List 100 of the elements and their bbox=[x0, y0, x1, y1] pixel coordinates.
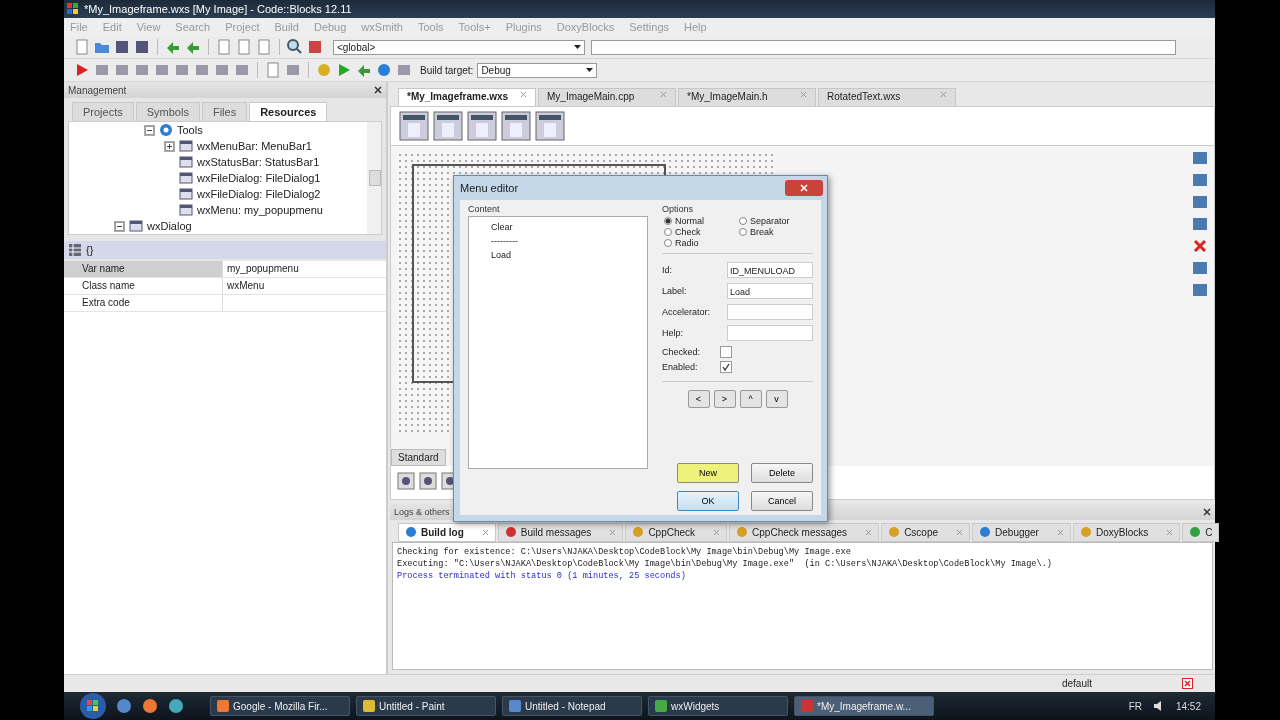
move-button[interactable]: < bbox=[687, 390, 710, 408]
quick-launch-icon[interactable] bbox=[116, 698, 132, 714]
radio-option[interactable]: Break bbox=[739, 227, 813, 237]
widget-icon[interactable] bbox=[1192, 216, 1208, 232]
square-icon[interactable] bbox=[234, 62, 250, 78]
taskbar-button[interactable]: wxWidgets bbox=[648, 696, 788, 716]
move-button[interactable]: ^ bbox=[739, 390, 762, 408]
search-icon[interactable] bbox=[287, 39, 303, 55]
circle-icon[interactable] bbox=[316, 62, 332, 78]
build-target-dropdown[interactable]: Debug bbox=[477, 62, 598, 78]
close-icon[interactable] bbox=[1203, 508, 1211, 516]
play-icon[interactable] bbox=[74, 62, 90, 78]
log-tab[interactable]: CppCheck messages bbox=[729, 522, 880, 542]
dialog-button[interactable]: New bbox=[677, 463, 739, 483]
square-icon[interactable] bbox=[154, 62, 170, 78]
quick-launch-icon[interactable] bbox=[142, 698, 158, 714]
start-button[interactable] bbox=[78, 692, 108, 720]
tree-item[interactable]: Tools bbox=[177, 124, 203, 136]
input-field[interactable]: Load bbox=[727, 283, 813, 299]
menu-entry[interactable]: --------- bbox=[491, 234, 647, 248]
clock[interactable]: 14:52 bbox=[1175, 700, 1201, 712]
circle-icon[interactable] bbox=[376, 62, 392, 78]
tree-item[interactable]: wxFileDialog: FileDialog1 bbox=[197, 172, 321, 184]
menu-entry[interactable]: Clear bbox=[491, 220, 647, 234]
square-icon[interactable] bbox=[307, 39, 323, 55]
log-tab[interactable]: Build log bbox=[398, 522, 496, 542]
palette-tab[interactable]: Standard bbox=[391, 449, 446, 466]
log-tab[interactable]: Cscope bbox=[881, 522, 971, 542]
grid-icon[interactable] bbox=[68, 243, 82, 257]
widget-icon[interactable] bbox=[1192, 150, 1208, 166]
document-icon[interactable] bbox=[74, 39, 90, 55]
dialog-button[interactable]: Delete bbox=[751, 463, 813, 483]
collapse-icon[interactable] bbox=[144, 124, 155, 136]
move-button[interactable]: v bbox=[765, 390, 788, 408]
square-icon[interactable] bbox=[285, 62, 301, 78]
component-icon[interactable] bbox=[467, 111, 497, 141]
square-icon[interactable] bbox=[396, 62, 412, 78]
tree-item[interactable]: wxFileDialog: FileDialog2 bbox=[197, 188, 321, 200]
square-icon[interactable] bbox=[94, 62, 110, 78]
dialog-button[interactable]: Cancel bbox=[751, 491, 813, 511]
component-icon[interactable] bbox=[433, 111, 463, 141]
collapse-icon[interactable] bbox=[114, 220, 125, 232]
widget-icon[interactable] bbox=[1192, 282, 1208, 298]
component-icon[interactable] bbox=[501, 111, 531, 141]
property-row[interactable]: Class name wxMenu bbox=[64, 278, 386, 295]
document-icon[interactable] bbox=[265, 62, 281, 78]
save-icon[interactable] bbox=[134, 39, 150, 55]
widget-icon[interactable] bbox=[1192, 194, 1208, 210]
radio-option[interactable]: Radio bbox=[664, 238, 739, 248]
expand-icon[interactable] bbox=[164, 140, 175, 152]
log-tab[interactable]: DoxyBlocks bbox=[1072, 522, 1181, 542]
scrollbar[interactable] bbox=[367, 122, 381, 234]
radio-option[interactable]: Check bbox=[664, 227, 739, 237]
log-tab[interactable]: CppCheck bbox=[625, 522, 728, 542]
property-row[interactable]: Extra code bbox=[64, 295, 386, 312]
square-icon[interactable] bbox=[194, 62, 210, 78]
scope-dropdown[interactable]: <global> bbox=[333, 39, 585, 55]
panel-tab[interactable]: Projects bbox=[72, 102, 134, 121]
widget-icon[interactable] bbox=[397, 472, 415, 490]
taskbar-button[interactable]: Untitled - Notepad bbox=[502, 696, 642, 716]
editor-tab[interactable]: My_ImageMain.cpp bbox=[538, 88, 676, 106]
delete-icon[interactable] bbox=[1192, 238, 1208, 254]
panel-tab[interactable]: Symbols bbox=[135, 102, 200, 121]
component-icon[interactable] bbox=[535, 111, 565, 141]
play-icon[interactable] bbox=[336, 62, 352, 78]
panel-tab[interactable]: Files bbox=[201, 102, 248, 121]
square-icon[interactable] bbox=[134, 62, 150, 78]
save-icon[interactable] bbox=[114, 39, 130, 55]
events-tab[interactable]: {} bbox=[86, 244, 94, 256]
component-icon[interactable] bbox=[399, 111, 429, 141]
square-icon[interactable] bbox=[114, 62, 130, 78]
document-icon[interactable] bbox=[236, 39, 252, 55]
symbol-dropdown[interactable] bbox=[591, 39, 1176, 55]
taskbar-button[interactable]: Google - Mozilla Fir... bbox=[210, 696, 350, 716]
dialog-button[interactable]: OK bbox=[677, 491, 739, 511]
tree-item[interactable]: wxMenuBar: MenuBar1 bbox=[197, 140, 312, 152]
editor-tab[interactable]: RotatedText.wxs bbox=[818, 88, 956, 106]
tree-item[interactable]: wxStatusBar: StatusBar1 bbox=[197, 156, 320, 168]
log-tab[interactable]: Build messages bbox=[497, 522, 624, 542]
log-tab[interactable]: C bbox=[1182, 522, 1220, 542]
editor-tab[interactable]: *My_Imageframe.wxs bbox=[398, 88, 536, 106]
panel-tab[interactable]: Resources bbox=[249, 102, 328, 121]
checkbox[interactable] bbox=[720, 361, 732, 373]
tree-item[interactable]: wxMenu: my_popupmenu bbox=[197, 204, 323, 216]
taskbar-button[interactable]: Untitled - Paint bbox=[356, 696, 496, 716]
widget-icon[interactable] bbox=[1192, 172, 1208, 188]
menu-entry[interactable]: Load bbox=[491, 248, 647, 262]
square-icon[interactable] bbox=[214, 62, 230, 78]
editor-tab[interactable]: *My_ImageMain.h bbox=[678, 88, 816, 106]
quick-launch-icon[interactable] bbox=[168, 698, 184, 714]
checkbox[interactable] bbox=[720, 346, 732, 358]
widget-icon[interactable] bbox=[419, 472, 437, 490]
document-icon[interactable] bbox=[216, 39, 232, 55]
tree-item[interactable]: wxDialog bbox=[147, 220, 192, 232]
language-indicator[interactable]: FR bbox=[1128, 700, 1142, 712]
close-button[interactable] bbox=[785, 180, 823, 196]
radio-option[interactable]: Separator bbox=[739, 216, 813, 226]
input-field[interactable] bbox=[727, 304, 813, 320]
move-button[interactable]: > bbox=[713, 390, 736, 408]
document-icon[interactable] bbox=[256, 39, 272, 55]
